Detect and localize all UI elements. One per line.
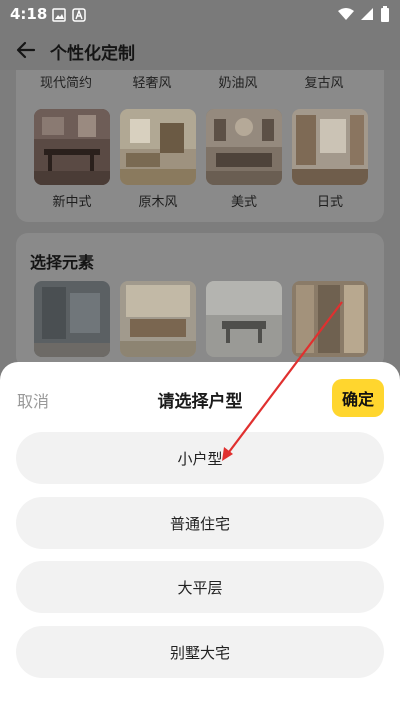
confirm-button[interactable]: 确定 [332, 379, 384, 417]
style-label-american: 美式 [230, 195, 257, 210]
style-tile-japanese[interactable] [292, 109, 368, 185]
wifi-icon [338, 8, 354, 20]
style-tile-american[interactable] [206, 109, 282, 185]
element-image [292, 281, 368, 357]
house-type-bottom-sheet: 请选择户型 取消 确定 小户型 普通住宅 大平层 别墅大宅 [0, 362, 400, 710]
style-label-partial: 现代简约 [39, 76, 92, 91]
style-image [120, 109, 196, 185]
element-image [34, 281, 110, 357]
status-time: 4:18 [10, 5, 48, 23]
style-card: 现代简约 轻奢风 奶油风 复古风 新中式 原木风 美式 日式 [16, 70, 384, 222]
element-tile[interactable] [34, 281, 110, 357]
option-standard-residence[interactable]: 普通住宅 [16, 497, 384, 549]
style-labels-partial: 现代简约 轻奢风 奶油风 复古风 [16, 72, 384, 91]
style-image [292, 109, 368, 185]
style-tile-new-chinese[interactable] [34, 109, 110, 185]
elements-card: 选择元素 [16, 233, 384, 368]
element-image [206, 281, 282, 357]
style-label-partial: 轻奢风 [132, 76, 172, 91]
element-tile[interactable] [206, 281, 282, 357]
element-tile[interactable] [120, 281, 196, 357]
element-image [120, 281, 196, 357]
style-image [206, 109, 282, 185]
style-label-partial: 复古风 [304, 76, 344, 91]
style-label-partial: 奶油风 [218, 76, 258, 91]
option-villa[interactable]: 别墅大宅 [16, 626, 384, 678]
style-image [34, 109, 110, 185]
option-small-unit[interactable]: 小户型 [16, 432, 384, 484]
status-bar: 4:18 [0, 0, 400, 30]
back-arrow-icon[interactable] [14, 38, 38, 62]
elements-heading: 选择元素 [30, 253, 95, 272]
signal-icon [361, 8, 373, 20]
image-notification-icon [52, 8, 66, 22]
option-large-flat[interactable]: 大平层 [16, 561, 384, 613]
style-label-japanese: 日式 [316, 195, 343, 210]
style-label-new-chinese: 新中式 [52, 195, 92, 210]
battery-icon [381, 6, 389, 22]
app-notification-icon [72, 8, 86, 22]
app-bar: 个性化定制 [0, 30, 400, 70]
cancel-button[interactable]: 取消 [17, 388, 49, 412]
page-title: 个性化定制 [50, 44, 135, 64]
element-tile[interactable] [292, 281, 368, 357]
style-tile-log[interactable] [120, 109, 196, 185]
style-label-log: 原木风 [138, 195, 178, 210]
